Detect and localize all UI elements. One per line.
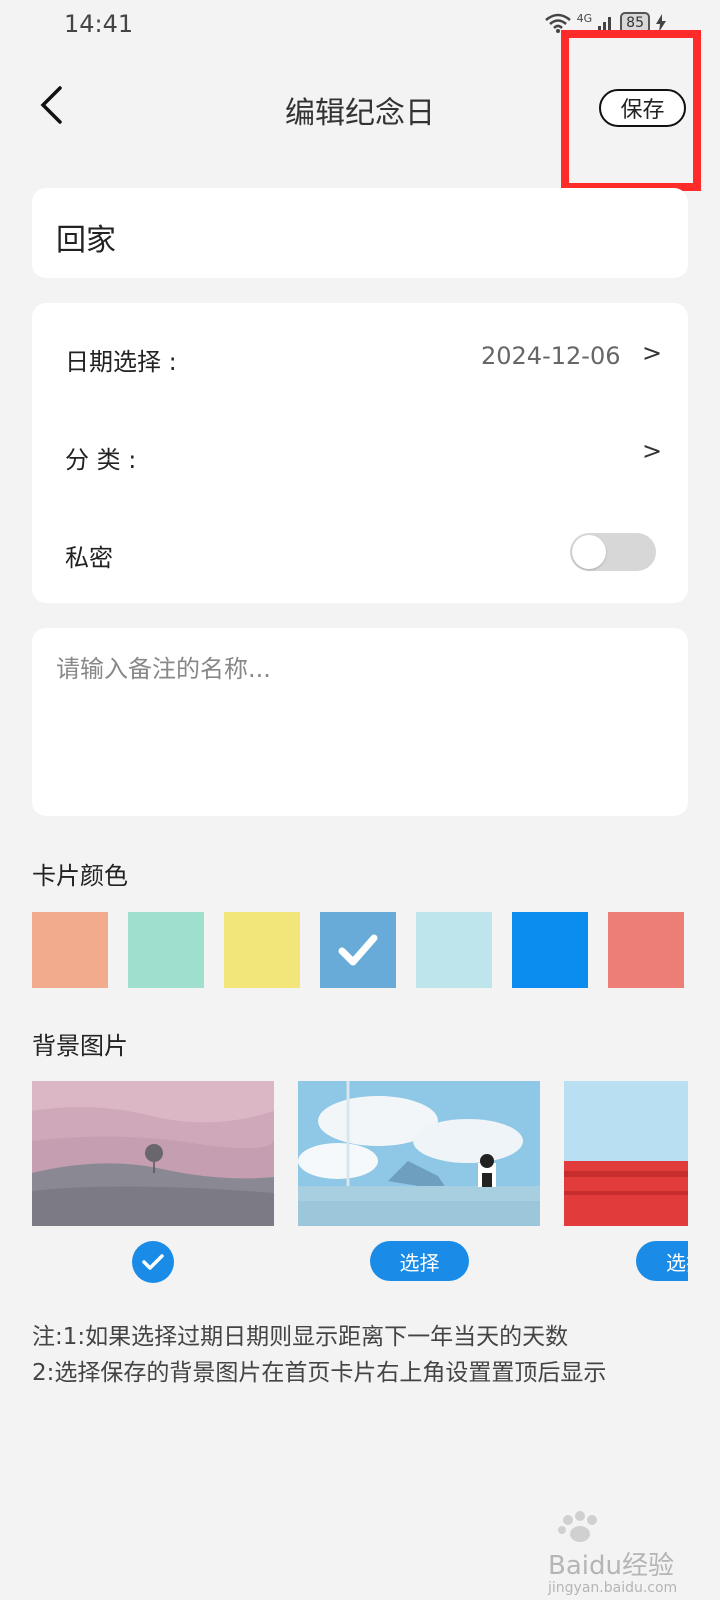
network-label: 4G [576,12,593,25]
select-label: 选择 [666,1250,688,1275]
note-input[interactable] [56,655,656,683]
watermark-url: jingyan.baidu.com [548,1580,678,1596]
name-field[interactable]: 回家 [56,215,116,259]
name-card[interactable] [32,188,688,278]
background-image-red-bench[interactable] [564,1081,688,1226]
footnote-line2: 2:选择保存的背景图片在首页卡片右上角设置置顶后显示 [32,1360,607,1386]
select-background-button[interactable]: 选择 [370,1241,469,1281]
date-chevron-icon[interactable]: > [642,339,662,367]
private-label: 私密 [65,544,113,572]
category-chevron-icon[interactable]: > [642,437,662,465]
status-time: 14:41 [64,10,134,38]
selected-check-badge[interactable] [132,1241,174,1283]
color-swatch-mint[interactable] [128,912,204,988]
background-title: 背景图片 [32,1032,128,1060]
color-swatch-blue[interactable] [512,912,588,988]
date-value[interactable]: 2024-12-06 [481,342,620,370]
color-swatch-steel-blue[interactable] [320,912,396,988]
background-image-cat[interactable] [298,1081,540,1226]
check-icon [338,934,378,966]
private-toggle[interactable] [570,533,656,571]
select-background-button-partial[interactable]: 选择 [636,1241,688,1281]
date-label: 日期选择 : [65,348,177,376]
color-swatch-coral[interactable] [608,912,684,988]
category-label: 分 类 : [65,446,137,474]
color-swatch-light-cyan[interactable] [416,912,492,988]
footnote-line1: 注:1:如果选择过期日期则显示距离下一年当天的天数 [32,1324,569,1350]
watermark-text: Baidu经验 [548,1551,674,1581]
card-color-title: 卡片颜色 [32,862,128,890]
color-swatch-yellow[interactable] [224,912,300,988]
baidu-paw-icon [558,1511,597,1542]
annotation-highlight-box [561,30,701,191]
color-swatch-peach[interactable] [32,912,108,988]
toggle-knob [572,535,606,569]
check-icon [142,1254,164,1270]
background-image-tree[interactable] [32,1081,274,1226]
